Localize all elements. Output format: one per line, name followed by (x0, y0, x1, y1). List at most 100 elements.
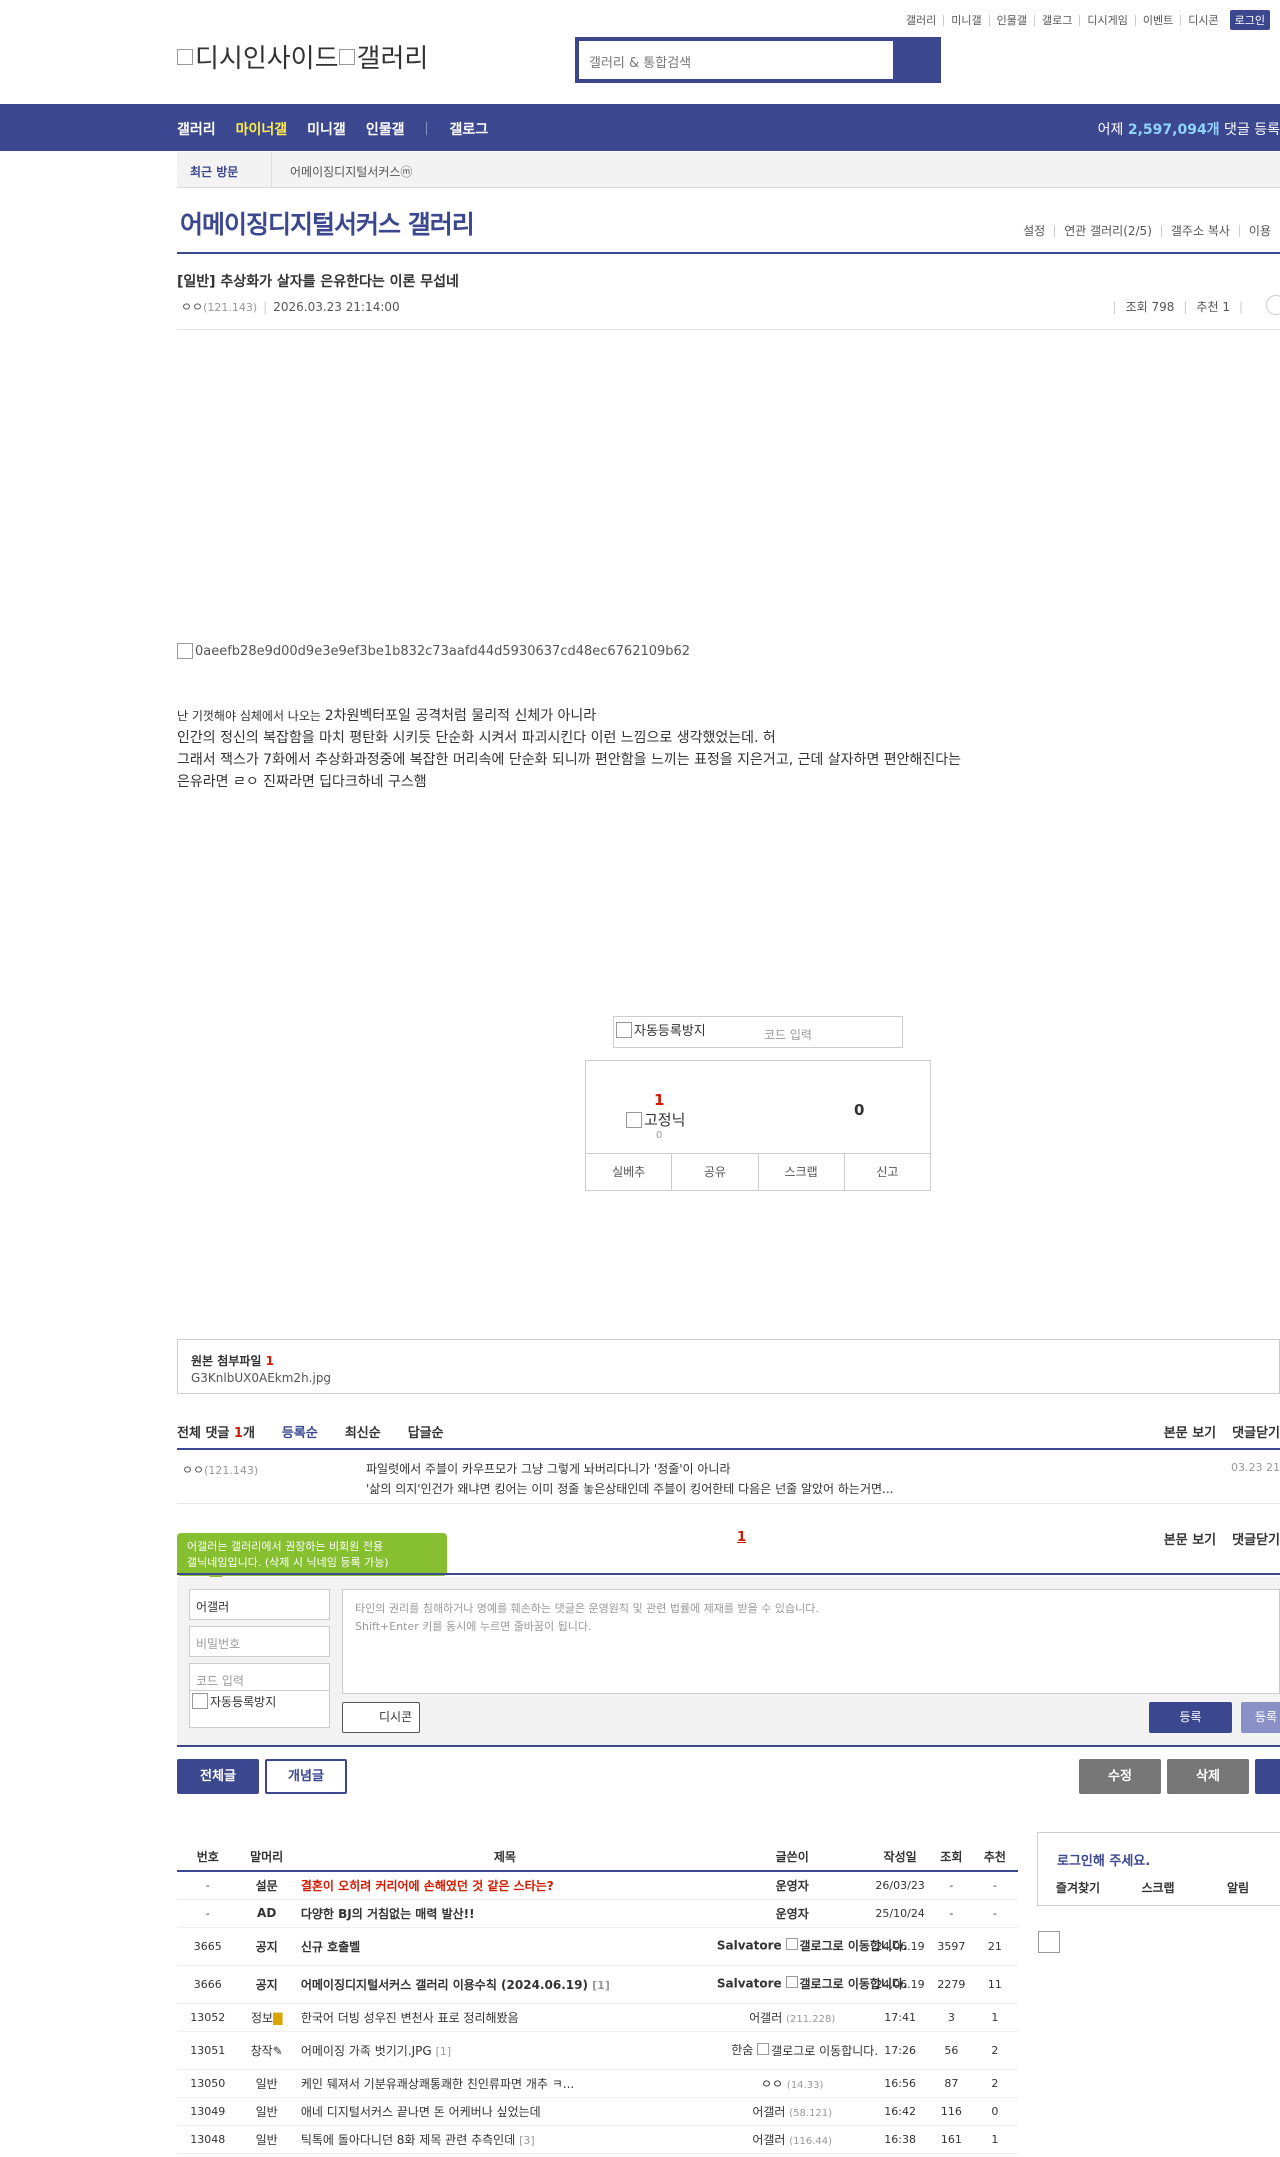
nav-person-gallery[interactable]: 인물갤 (366, 119, 405, 139)
nav-minor-gallery[interactable]: 마이너갤 (236, 119, 288, 139)
login-prompt[interactable]: 로그인해 주세요. (1057, 1850, 1150, 1869)
dccon-button[interactable]: 디시콘 (342, 1702, 420, 1733)
table-row[interactable]: 13048 일반 틱톡에 돌아다니던 8화 제목 관련 추측인데 [3] 어갤러… (177, 2125, 1018, 2154)
nickname-input[interactable]: 어갤러 (189, 1589, 330, 1620)
post-more-icon[interactable] (1266, 295, 1280, 315)
view-body-button[interactable]: 본문 보기 (1164, 1529, 1216, 1548)
row-writer[interactable]: 어갤러 (116.44) (715, 2125, 870, 2154)
row-title[interactable]: 어메이징디지털서커스 갤러리 이용수칙 (2024.06.19) [1] (294, 1965, 715, 2004)
gallery-title[interactable]: 어메이징디지털서커스 갤러리 (180, 205, 475, 241)
util-link-dccon[interactable]: 디시콘 (1180, 14, 1225, 26)
table-row[interactable]: 3665 공지 신규 호출벨 Salvatore 갤로그로 이동합니다. 24.… (177, 1927, 1018, 1966)
fixed-nick-recommend[interactable]: 고정닉 (626, 1109, 685, 1130)
downvote-count[interactable]: 0 (854, 1101, 864, 1119)
row-number: 13048 (177, 2125, 239, 2154)
util-link-minigal[interactable]: 미니갤 (943, 14, 988, 26)
attachment-file[interactable]: G3KnlbUX0AEkm2h.jpg (191, 1371, 331, 1385)
post-recommend-count: 추천 1 (1196, 300, 1230, 314)
nickname-tooltip: 어갤러는 갤러리에서 권장하는 비회원 전용 갤닉네임입니다. (삭제 시 닉네… (177, 1533, 447, 1583)
table-row[interactable]: 13051 창작✎ 어메이징 가족 벗기기.JPG [1] 한숨 갤로그로 이동… (177, 2031, 1018, 2070)
comment-textarea[interactable]: 타인의 권리를 침해하거나 명예를 훼손하는 댓글은 운영원칙 및 관련 법률에… (342, 1589, 1280, 1694)
row-writer[interactable]: Salvatore 갤로그로 이동합니다. (715, 1965, 908, 2004)
util-link-person[interactable]: 인물갤 (988, 14, 1034, 26)
row-writer[interactable]: Salvatore 갤로그로 이동합니다. (715, 1927, 908, 1966)
broken-image-icon (338, 48, 355, 65)
password-input[interactable]: 비밀번호 (189, 1626, 330, 1657)
row-title[interactable]: 한국어 더빙 성우진 변천사 표로 정리해봤음 (294, 2003, 715, 2032)
gallery-option-settings[interactable]: 설정 (1014, 225, 1054, 237)
row-writer[interactable]: 어갤러 (211.228) (715, 2003, 870, 2032)
row-writer[interactable]: 어갤러 (58.121) (715, 2097, 870, 2126)
view-body-button[interactable]: 본문 보기 (1164, 1422, 1216, 1441)
table-row[interactable]: 13049 일반 애네 디지털서커스 끝나면 돈 어케버나 싶었는데 어갤러 (… (177, 2097, 1018, 2126)
row-writer[interactable]: 운영자 (715, 1899, 870, 1928)
row-views: 56 (930, 2031, 972, 2070)
table-row[interactable]: 13052 정보▇ 한국어 더빙 성우진 변천사 표로 정리해봤음 어갤러 (2… (177, 2003, 1018, 2032)
post-body-line: 그래서 잭스가 7화에서 추상화과정중에 복잡한 머리속에 단순화 되니까 편안… (177, 752, 962, 768)
row-title[interactable]: 어메이징 가족 벗기기.JPG [1] (294, 2031, 715, 2070)
sort-by-registered[interactable]: 등록순 (282, 1422, 318, 1441)
gallery-option-copy-url[interactable]: 갤주소 복사 (1160, 225, 1239, 237)
nav-mini-gallery[interactable]: 미니갤 (307, 119, 346, 139)
gallog-link[interactable]: 갤로그로 이동합니다. (757, 2042, 878, 2059)
util-link-gallery[interactable]: 갤러리 (899, 15, 943, 26)
sort-by-replies[interactable]: 답글순 (408, 1422, 444, 1441)
comment-total: 전체 댓글 1개 (177, 1426, 255, 1441)
row-title[interactable]: 다양한 BJ의 거침없는 매력 발산!! (294, 1899, 715, 1928)
row-title[interactable]: 결혼이 오히려 커리어에 손해였던 것 같은 스타는? (294, 1871, 715, 1900)
concept-posts-button[interactable]: 개념글 (265, 1759, 347, 1794)
row-writer[interactable]: ㅇㅇ (14.33) (715, 2069, 870, 2098)
scrap-link[interactable]: 스크랩 (1118, 1879, 1198, 1896)
broken-image-icon (177, 643, 193, 659)
bookmark-link[interactable]: 즐겨찾기 (1038, 1879, 1118, 1896)
write-button[interactable] (1255, 1759, 1280, 1794)
row-views: 2279 (930, 1965, 972, 2004)
row-writer[interactable]: 한숨 갤로그로 이동합니다. (715, 2031, 878, 2070)
search-input[interactable]: 갤러리 & 통합검색 (589, 52, 691, 71)
nav-gallog[interactable]: 갤로그 (449, 119, 488, 139)
captcha-code-input[interactable]: 코드 입력 (764, 1026, 812, 1043)
edit-button[interactable]: 수정 (1079, 1759, 1161, 1794)
util-link-gallog[interactable]: 갤로그 (1034, 14, 1079, 26)
comment-page-number[interactable]: 1 (737, 1530, 746, 1545)
all-posts-button[interactable]: 전체글 (177, 1759, 259, 1794)
logo[interactable]: 디시인사이드 갤러리 (177, 38, 428, 75)
nav-gallery[interactable]: 갤러리 (177, 119, 216, 139)
gallery-option-usage[interactable]: 이용 (1238, 225, 1280, 237)
search-button[interactable] (893, 41, 937, 79)
close-comments-button[interactable]: 댓글닫기 (1232, 1529, 1280, 1548)
row-title[interactable]: 애네 디지털서커스 끝나면 돈 어케버나 싶었는데 (294, 2097, 715, 2126)
comment-submit-recommend-button[interactable]: 등록 (1241, 1702, 1280, 1733)
login-button[interactable]: 로그인 (1229, 10, 1270, 30)
gallery-option-related[interactable]: 연관 갤러리(2/5) (1054, 225, 1161, 237)
table-row[interactable]: 3666 공지 어메이징디지털서커스 갤러리 이용수칙 (2024.06.19)… (177, 1965, 1018, 2004)
comment-writer[interactable]: ㅇㅇ(121.143) (182, 1461, 258, 1478)
sort-by-latest[interactable]: 최신순 (345, 1422, 381, 1441)
row-title[interactable]: 틱톡에 돌아다니던 8화 제목 관련 추측인데 [3] (294, 2125, 715, 2154)
broken-image-icon (626, 1111, 642, 1128)
table-row[interactable]: - 설문 결혼이 오히려 커리어에 손해였던 것 같은 스타는? 운영자 26/… (177, 1871, 1018, 1900)
delete-button[interactable]: 삭제 (1167, 1759, 1249, 1794)
util-link-game[interactable]: 디시게임 (1079, 14, 1134, 26)
row-recommend: 2 (971, 2031, 1018, 2070)
comment-submit-button[interactable]: 등록 (1149, 1702, 1232, 1733)
util-link-event[interactable]: 이벤트 (1134, 14, 1180, 26)
upvote-count[interactable]: 1 (654, 1091, 664, 1109)
recent-visit-item[interactable]: 어메이징디지털서커스ⓜ (290, 163, 412, 180)
row-title[interactable]: 케인 뒈져서 기분유쾌상쾌통쾌한 친인류파면 개추 ㅋ... (294, 2069, 715, 2098)
gallog-link[interactable]: 갤로그로 이동합니다. (785, 1938, 908, 1954)
notification-link[interactable]: 알림 (1198, 1879, 1278, 1896)
report-button[interactable]: 신고 (843, 1154, 930, 1190)
row-writer[interactable]: 운영자 (715, 1871, 870, 1900)
table-row[interactable]: 13050 일반 케인 뒈져서 기분유쾌상쾌통쾌한 친인류파면 개추 ㅋ... … (177, 2069, 1018, 2098)
best-recommend-button[interactable]: 실베추 (586, 1154, 671, 1190)
scrap-button[interactable]: 스크랩 (757, 1154, 844, 1190)
comment-item: ㅇㅇ(121.143) 파일럿에서 주블이 카우프모가 그냥 그렇게 놔버리다니… (177, 1451, 1280, 1504)
vote-box: 1 고정닉 0 0 실베추 공유 스크랩 신고 (585, 1060, 931, 1191)
close-comments-button[interactable]: 댓글닫기 (1232, 1422, 1280, 1441)
post-writer[interactable]: ㅇㅇ (181, 300, 203, 314)
share-button[interactable]: 공유 (671, 1154, 757, 1190)
row-title[interactable]: 신규 호출벨 (294, 1927, 715, 1966)
table-row[interactable]: - AD 다양한 BJ의 거침없는 매력 발산!! 운영자 25/10/24 -… (177, 1899, 1018, 1928)
gallog-link[interactable]: 갤로그로 이동합니다. (785, 1976, 908, 1992)
